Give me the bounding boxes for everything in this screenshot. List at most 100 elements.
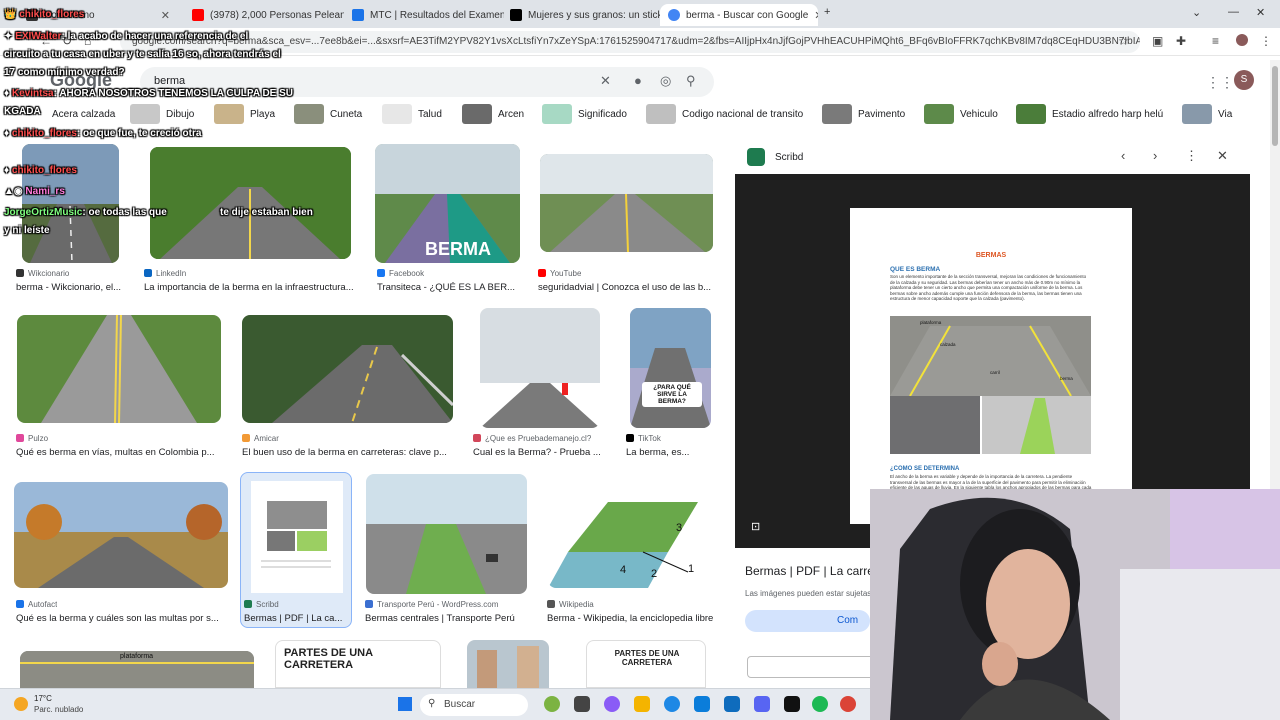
close-window-icon[interactable]: ✕ xyxy=(1256,6,1265,19)
result-title[interactable]: seguridadvial | Conozca el uso de las b.… xyxy=(538,282,716,293)
copilot-icon[interactable] xyxy=(604,696,620,712)
microphone-icon[interactable]: ● xyxy=(634,73,642,88)
result-image-plataforma[interactable]: plataforma xyxy=(20,651,254,688)
result-title[interactable]: El buen uso de la berma en carreteras: c… xyxy=(242,447,454,458)
preview-title[interactable]: Bermas | PDF | La carret xyxy=(745,564,877,578)
result-title[interactable]: Bermas | PDF | La ca... xyxy=(244,613,348,624)
tab-favicon xyxy=(352,9,364,21)
spotify-icon[interactable] xyxy=(812,696,828,712)
discord-icon[interactable] xyxy=(754,696,770,712)
road-image xyxy=(242,315,453,423)
minimize-icon[interactable]: — xyxy=(1228,6,1239,18)
chip-thumbnail xyxy=(542,104,572,124)
result-title[interactable]: Bermas centrales | Transporte Perú xyxy=(365,613,530,624)
result-title[interactable]: Berma - Wikipedia, la enciclopedia libre xyxy=(547,613,719,624)
taskbar-app-icon[interactable] xyxy=(544,696,560,712)
steam-icon[interactable] xyxy=(784,696,800,712)
tab-google-berma[interactable]: berma - Buscar con Google ✕ xyxy=(660,4,818,26)
outlook-icon[interactable] xyxy=(724,696,740,712)
road-image xyxy=(17,315,221,423)
weather-icon[interactable] xyxy=(14,697,28,711)
result-image-tiktok[interactable]: ¿PARA QUÉ SIRVE LA BERMA? xyxy=(630,308,711,428)
new-tab-icon[interactable]: + xyxy=(824,6,830,18)
chip-significado[interactable]: Significado xyxy=(542,102,627,126)
result-image-wikipedia[interactable]: 3 4 2 1 xyxy=(548,482,715,588)
task-view-icon[interactable] xyxy=(574,696,590,712)
result-image-wikcionario[interactable] xyxy=(22,144,119,263)
visit-button[interactable] xyxy=(747,656,877,678)
tab-mtc[interactable]: MTC | Resultados del Examen d... ✕ xyxy=(344,4,504,26)
result-title[interactable]: La importancia de la berma en la infraes… xyxy=(144,282,362,293)
chip-via[interactable]: Via xyxy=(1182,102,1232,126)
chip-arcen[interactable]: Arcen xyxy=(462,102,524,126)
menu-dots-icon[interactable]: ⋮ xyxy=(1260,34,1272,48)
tab-youtube[interactable]: (3978) 2,000 Personas Pelean P... ✕ xyxy=(184,4,344,26)
chip-cuneta[interactable]: Cuneta xyxy=(294,102,362,126)
avatar[interactable]: S xyxy=(1234,70,1254,90)
more-options-icon[interactable]: ⋮ xyxy=(1185,148,1198,164)
result-title[interactable]: Cual es la Berma? - Prueba ... xyxy=(473,447,608,458)
chip-playa[interactable]: Playa xyxy=(214,102,275,126)
screenshot-icon[interactable]: ▣ xyxy=(1152,34,1163,48)
next-icon[interactable]: › xyxy=(1153,148,1157,163)
reading-list-icon[interactable]: ≡ xyxy=(1212,34,1219,48)
search-icon[interactable]: ⚲ xyxy=(686,73,696,89)
share-button[interactable]: Com xyxy=(745,610,870,632)
chip-pavimento[interactable]: Pavimento xyxy=(822,102,905,126)
chip-label: Estadio alfredo harp helú xyxy=(1052,108,1164,120)
lens-search-icon[interactable]: ⊡ xyxy=(751,520,760,533)
result-image-partes-carretera-2[interactable]: PARTES DE UNA CARRETERA xyxy=(586,640,706,688)
profile-icon[interactable] xyxy=(1236,34,1248,46)
chip-acera-calzada[interactable]: Acera calzada xyxy=(52,102,115,126)
scrollbar-thumb[interactable] xyxy=(1272,66,1278,146)
close-icon[interactable]: ✕ xyxy=(1217,148,1228,164)
result-title[interactable]: berma - Wikcionario, el... xyxy=(16,282,126,293)
result-image-linkedin[interactable] xyxy=(150,147,351,259)
chrome-icon[interactable] xyxy=(840,696,856,712)
result-image-amicar[interactable] xyxy=(242,315,453,423)
search-query[interactable]: berma xyxy=(154,75,185,87)
weather-temp[interactable]: 17°C xyxy=(34,694,52,703)
result-source: Transporte Perú - WordPress.com xyxy=(365,600,498,609)
result-image-street[interactable] xyxy=(467,640,549,688)
windows-start-icon[interactable] xyxy=(398,697,412,711)
tab-tiktok[interactable]: Mujeres y sus granos: un sticke... ✕ xyxy=(502,4,660,26)
apps-grid-icon[interactable]: ⋮⋮ xyxy=(1206,74,1234,91)
result-title[interactable]: Qué es berma en vías, multas en Colombia… xyxy=(16,447,221,458)
preview-document-page[interactable]: BERMAS QUE ES BERMA Son un elemento impo… xyxy=(850,208,1132,524)
close-icon[interactable]: ✕ xyxy=(808,9,818,22)
extensions-icon[interactable]: ✚ xyxy=(1176,34,1186,48)
previous-icon[interactable]: ‹ xyxy=(1121,148,1125,163)
taskbar-search[interactable]: ⚲ Buscar xyxy=(420,694,528,716)
youtube-icon xyxy=(538,269,546,277)
chip-estadio[interactable]: Estadio alfredo harp helú xyxy=(1016,102,1163,126)
result-image-partes-carretera-1[interactable]: PARTES DE UNA CARRETERA xyxy=(275,640,441,688)
lens-icon[interactable]: ◎ xyxy=(660,73,671,89)
chip-vehiculo[interactable]: Vehiculo xyxy=(924,102,998,126)
clear-icon[interactable]: ✕ xyxy=(600,73,611,89)
chip-label: Talud xyxy=(418,108,442,120)
tab-search-icon[interactable]: ⌄ xyxy=(1192,6,1201,19)
file-explorer-icon[interactable] xyxy=(634,696,650,712)
doc-subheading: QUE ES BERMA xyxy=(890,266,941,273)
chip-dibujo[interactable]: Dibujo xyxy=(130,102,194,126)
weather-status[interactable]: Parc. nublado xyxy=(34,705,83,714)
result-title[interactable]: Transiteca - ¿QUÉ ES LA BER... xyxy=(377,282,522,293)
road-image xyxy=(467,640,549,688)
bookmark-star-icon[interactable]: ☆ xyxy=(1118,34,1129,48)
result-title[interactable]: Qué es la berma y cuáles son las multas … xyxy=(16,613,224,624)
result-image-youtube[interactable] xyxy=(540,154,713,252)
document-image xyxy=(261,501,331,568)
result-image-transporte-peru[interactable] xyxy=(366,474,527,594)
preview-site-name[interactable]: Scribd xyxy=(775,152,803,163)
result-title[interactable]: La berma, es... xyxy=(626,447,718,458)
store-icon[interactable] xyxy=(694,696,710,712)
close-icon[interactable]: ✕ xyxy=(155,9,170,22)
chip-talud[interactable]: Talud xyxy=(382,102,442,126)
result-image-pruebademanejo[interactable] xyxy=(480,308,600,428)
result-image-autofact[interactable] xyxy=(14,482,228,588)
edge-icon[interactable] xyxy=(664,696,680,712)
chip-codigo-nacional[interactable]: Codigo nacional de transito xyxy=(646,102,803,126)
result-image-facebook[interactable]: BERMA xyxy=(375,144,520,263)
result-image-pulzo[interactable] xyxy=(17,315,221,423)
